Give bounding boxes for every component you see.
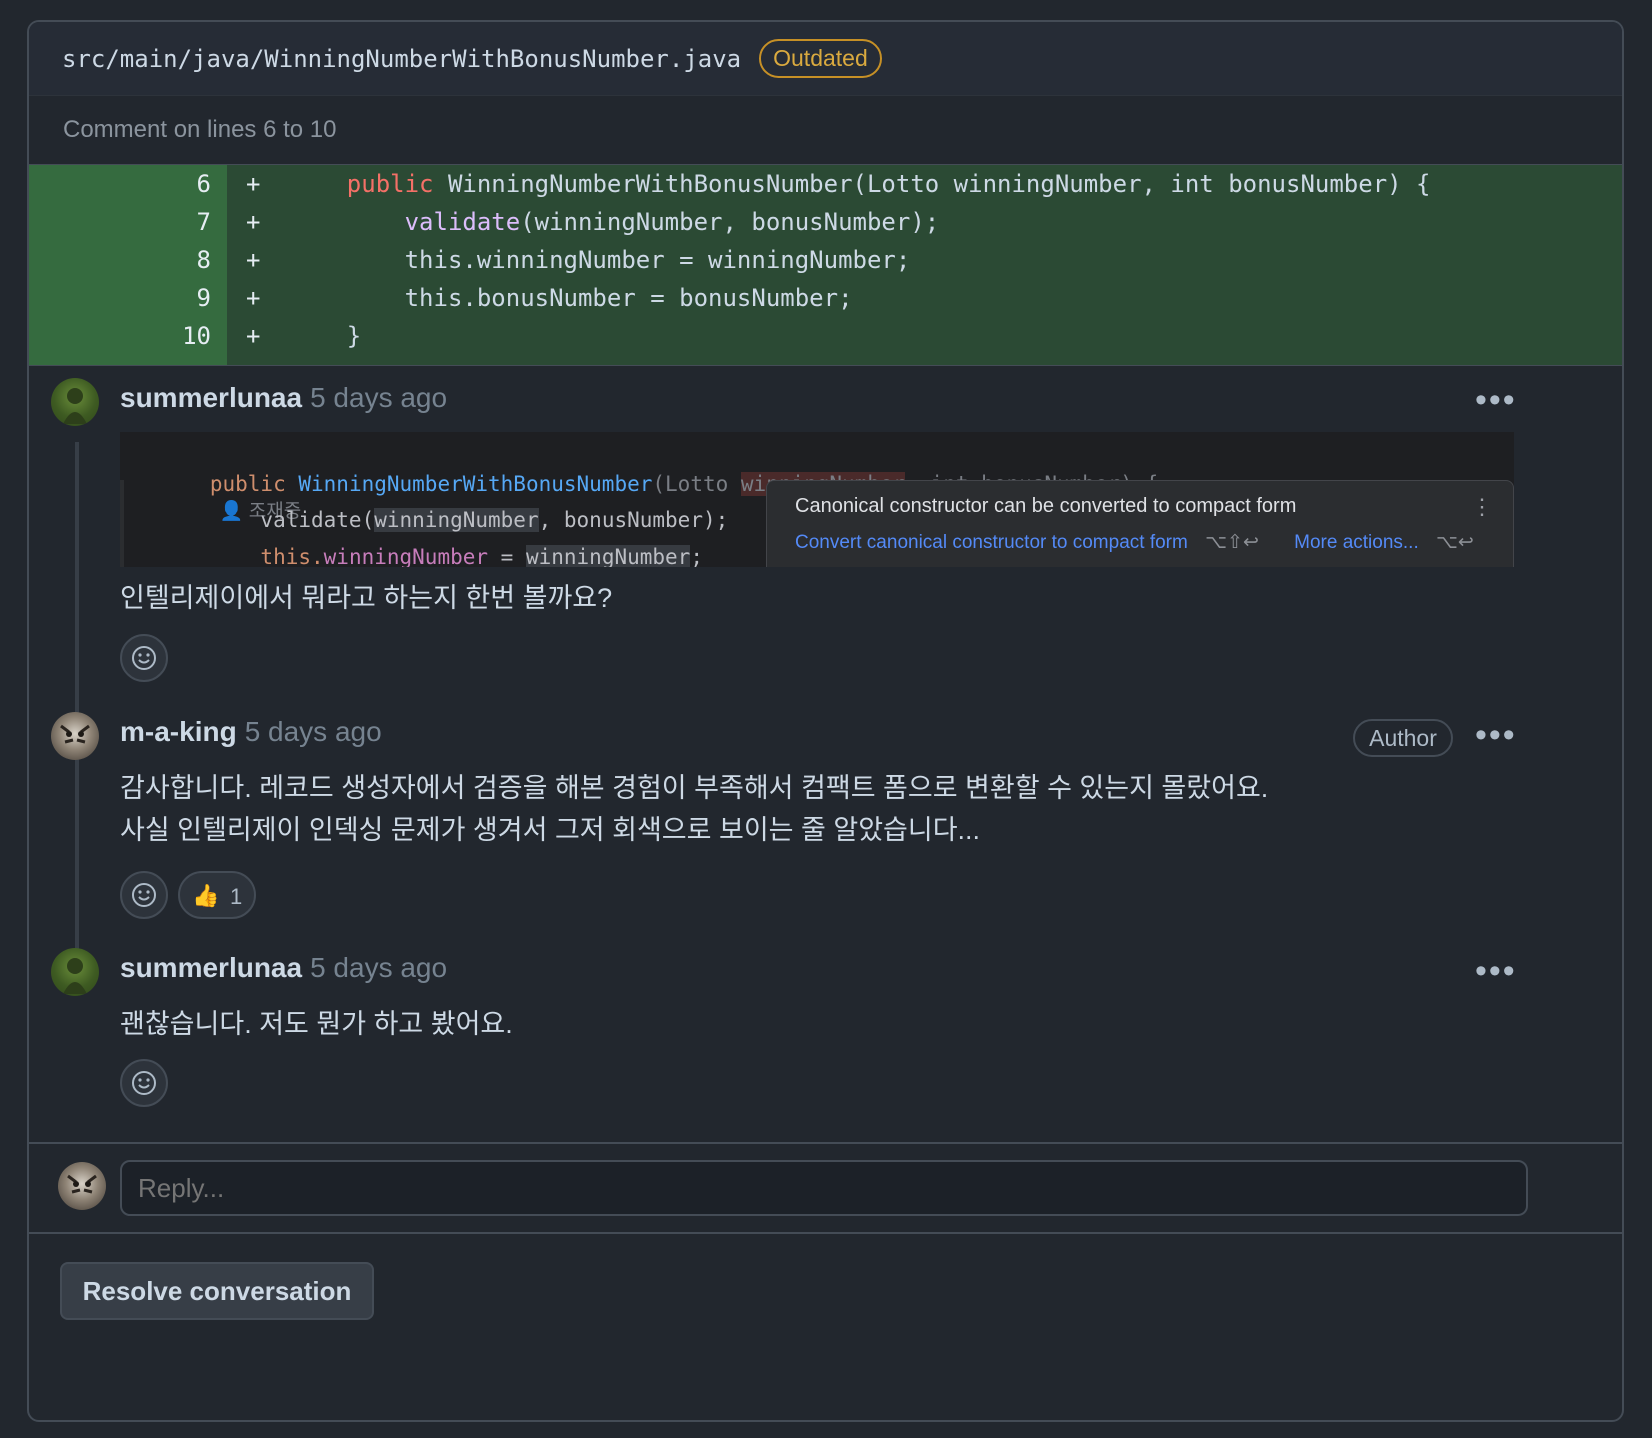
comment-header: summerlunaa 5 days ago [120, 382, 447, 414]
comment-body-line: 감사합니다. 레코드 생성자에서 검증을 해본 경험이 부족해서 컴팩트 폼으로… [120, 773, 1269, 803]
smiley-icon [132, 883, 156, 907]
added-marker: + [246, 170, 261, 198]
more-actions-link: More actions... [1294, 532, 1419, 553]
diff-hunk: 6 + public WinningNumberWithBonusNumber(… [29, 164, 1622, 366]
more-options-icon[interactable]: ••• [1475, 954, 1517, 988]
code-text: public WinningNumberWithBonusNumber(Lott… [346, 170, 1431, 198]
diff-line: 10 + } [29, 317, 1622, 357]
more-options-icon[interactable]: ••• [1475, 718, 1517, 752]
comment-body: 괜찮습니다. 저도 뭔가 하고 봤어요. [120, 1009, 513, 1039]
reaction-count: 1 [230, 884, 243, 909]
code-text: this.winningNumber = winningNumber; [404, 246, 911, 274]
comment-header: summerlunaa 5 days ago [120, 952, 447, 984]
diff-line: 6 + public WinningNumberWithBonusNumber(… [29, 165, 1622, 205]
avatar[interactable] [51, 712, 99, 760]
line-number: 8 [196, 246, 211, 274]
outdated-badge: Outdated [759, 39, 882, 78]
comment-body-line: 사실 인텔리제이 인덱싱 문제가 생겨서 그저 회색으로 보이는 줄 알았습니다… [120, 815, 981, 845]
current-user-avatar [58, 1162, 106, 1210]
avatar[interactable] [51, 948, 99, 996]
add-reaction-button[interactable] [120, 1059, 168, 1107]
added-marker: + [246, 284, 261, 312]
line-number: 6 [196, 170, 211, 198]
ide-screenshot-image: public WinningNumberWithBonusNumber(Lott… [120, 432, 1514, 567]
code-text: this.bonusNumber = bonusNumber; [404, 284, 853, 312]
intention-popup: Canonical constructor can be converted t… [766, 480, 1514, 567]
author-link[interactable]: m-a-king [120, 716, 237, 747]
ide-code-line: this.winningNumber = winningNumber; [209, 545, 703, 567]
timestamp-link[interactable]: 5 days ago [310, 382, 447, 413]
divider [29, 1232, 1622, 1234]
convert-action-link: Convert canonical constructor to compact… [795, 532, 1188, 553]
added-marker: + [246, 322, 261, 350]
added-marker: + [246, 208, 261, 236]
resolve-conversation-button[interactable]: Resolve conversation [60, 1262, 374, 1320]
line-number: 9 [196, 284, 211, 312]
file-header: src/main/java/WinningNumberWithBonusNumb… [29, 22, 1622, 96]
shortcut-hint: ⌥⇧↩ [1205, 532, 1259, 553]
more-options-icon[interactable]: ••• [1475, 383, 1517, 417]
add-reaction-button[interactable] [120, 871, 168, 919]
timestamp-link[interactable]: 5 days ago [245, 716, 382, 747]
comment-body: 감사합니다. 레코드 생성자에서 검증을 해본 경험이 부족해서 컴팩트 폼으로… [120, 767, 1268, 851]
comment-body: 인텔리제이에서 뭐라고 하는지 한번 볼까요? [120, 583, 613, 613]
thumbs-up-icon: 👍 [192, 883, 220, 908]
code-text: } [346, 322, 362, 350]
code-text: validate(winningNumber, bonusNumber); [404, 208, 940, 236]
diff-line: 8 + this.winningNumber = winningNumber; [29, 241, 1622, 281]
reply-section: Resolve conversation [29, 1142, 1622, 1420]
popup-actions: Convert canonical constructor to compact… [795, 531, 1474, 554]
diff-line: 9 + this.bonusNumber = bonusNumber; [29, 279, 1622, 319]
kebab-menu-icon: ⋮ [1471, 495, 1493, 520]
file-path-link[interactable]: src/main/java/WinningNumberWithBonusNumb… [62, 45, 741, 73]
smiley-icon [132, 1071, 156, 1095]
popup-title: Canonical constructor can be converted t… [795, 495, 1297, 517]
avatar[interactable] [51, 378, 99, 426]
timestamp-link[interactable]: 5 days ago [310, 952, 447, 983]
review-thread: src/main/java/WinningNumberWithBonusNumb… [27, 20, 1624, 1422]
timeline-connector [75, 442, 79, 972]
line-number: 7 [196, 208, 211, 236]
added-marker: + [246, 246, 261, 274]
thumbs-up-reaction[interactable]: 👍 1 [178, 871, 256, 919]
diff-line: 7 + validate(winningNumber, bonusNumber)… [29, 203, 1622, 243]
comment-header: m-a-king 5 days ago [120, 716, 382, 748]
reply-input[interactable] [120, 1160, 1528, 1216]
line-number: 10 [182, 322, 211, 350]
comment-range-label: Comment on lines 6 to 10 [63, 116, 337, 143]
author-badge: Author [1353, 719, 1453, 757]
add-reaction-button[interactable] [120, 634, 168, 682]
shortcut-hint: ⌥↩ [1436, 532, 1474, 553]
author-link[interactable]: summerlunaa [120, 382, 302, 413]
author-link[interactable]: summerlunaa [120, 952, 302, 983]
smiley-icon [132, 646, 156, 670]
